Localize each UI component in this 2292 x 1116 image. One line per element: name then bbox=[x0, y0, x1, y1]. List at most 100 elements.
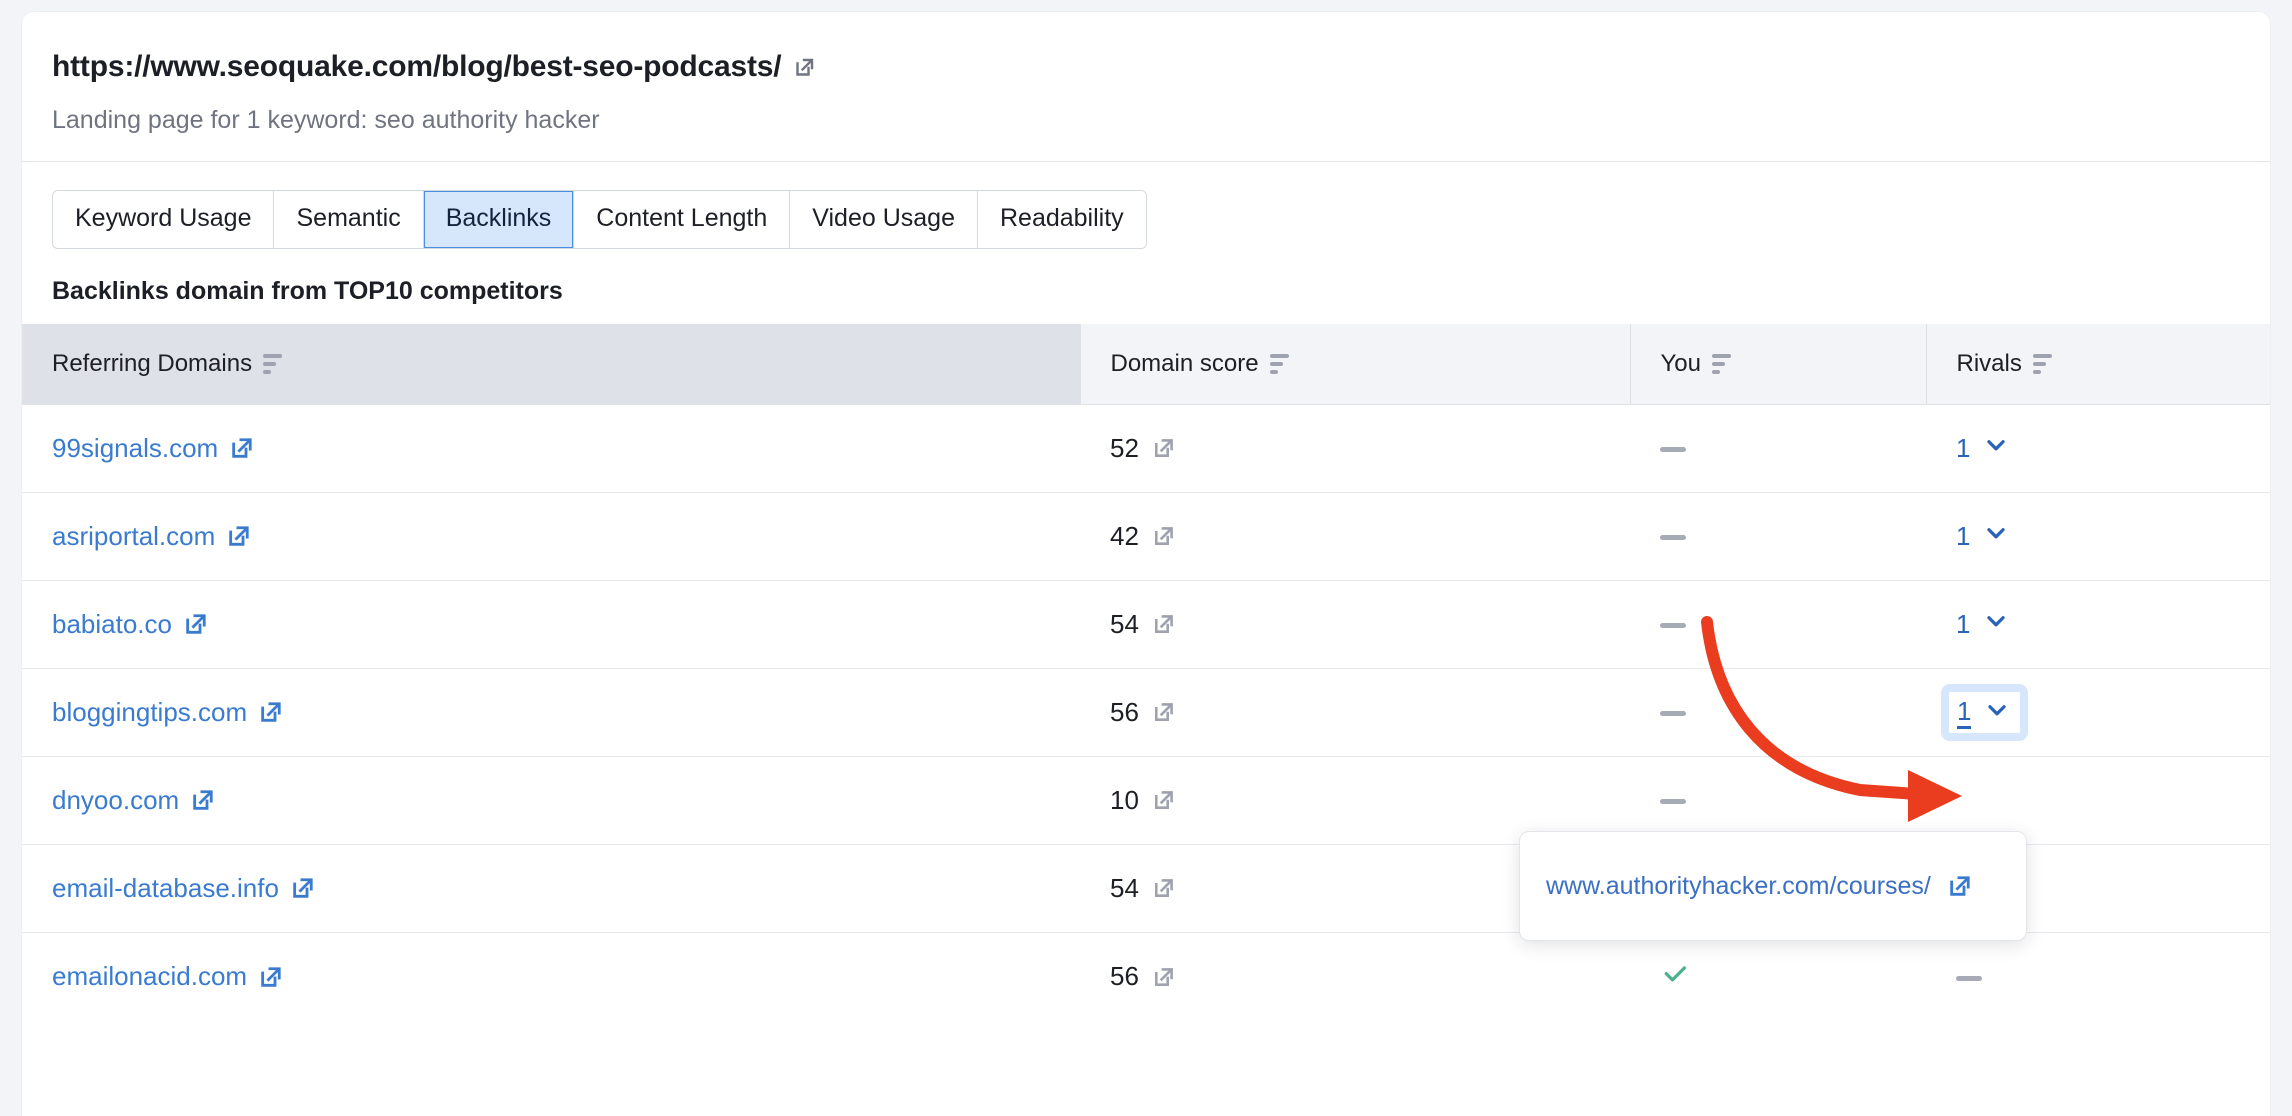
referring-domain-label: email-database.info bbox=[52, 872, 279, 903]
sort-icon[interactable] bbox=[1712, 353, 1731, 374]
tab-backlinks[interactable]: Backlinks bbox=[423, 191, 575, 248]
column-header-label: Domain score bbox=[1110, 349, 1259, 377]
domain-score-value: 56 bbox=[1110, 696, 1139, 727]
domain-score-value-wrap[interactable]: 42 bbox=[1110, 521, 1176, 552]
table-row: bloggingtips.com 56 1 bbox=[22, 668, 2270, 757]
rivals-count-dropdown[interactable]: 1 bbox=[1956, 432, 2009, 465]
domain-score-value-wrap[interactable]: 56 bbox=[1110, 697, 1176, 728]
rivals-popup-link-text: www.authorityhacker.com/courses/ bbox=[1546, 871, 1931, 900]
external-link-icon[interactable] bbox=[1152, 612, 1176, 636]
cell-rivals: 1 bbox=[1926, 668, 2270, 757]
domain-score-value-wrap[interactable]: 56 bbox=[1110, 961, 1176, 992]
domain-score-value: 56 bbox=[1110, 961, 1139, 991]
external-link-icon[interactable] bbox=[1947, 873, 1973, 899]
cell-domain-score: 56 bbox=[1080, 668, 1630, 757]
cell-referring-domain: bloggingtips.com bbox=[22, 668, 1080, 757]
external-link-icon[interactable] bbox=[1152, 524, 1176, 548]
external-link-icon[interactable] bbox=[290, 875, 316, 901]
tab-video-usage[interactable]: Video Usage bbox=[790, 191, 978, 248]
cell-rivals bbox=[1926, 932, 2270, 1020]
external-link-icon[interactable] bbox=[1152, 965, 1176, 989]
rivals-count-dropdown[interactable]: 1 bbox=[1956, 608, 2009, 641]
external-link-icon[interactable] bbox=[1152, 876, 1176, 900]
external-link-icon[interactable] bbox=[793, 55, 817, 79]
column-header-label: Rivals bbox=[1956, 349, 2022, 377]
external-link-icon[interactable] bbox=[258, 699, 284, 725]
domain-score-value: 54 bbox=[1110, 608, 1139, 639]
domain-score-value-wrap[interactable]: 54 bbox=[1110, 609, 1176, 640]
referring-domain-link[interactable]: babiato.co bbox=[52, 609, 209, 640]
domain-score-value-wrap[interactable]: 52 bbox=[1110, 433, 1176, 464]
referring-domain-link[interactable]: asriportal.com bbox=[52, 521, 252, 552]
tab-content-length[interactable]: Content Length bbox=[574, 191, 791, 248]
tab-keyword-usage[interactable]: Keyword Usage bbox=[53, 191, 275, 248]
external-link-icon[interactable] bbox=[226, 523, 252, 549]
domain-score-value-wrap[interactable]: 10 bbox=[1110, 785, 1176, 816]
chevron-down-icon[interactable] bbox=[1983, 608, 2009, 641]
referring-domain-label: babiato.co bbox=[52, 608, 172, 639]
tabs-container: Keyword Usage Semantic Backlinks Content… bbox=[22, 162, 2270, 249]
external-link-icon[interactable] bbox=[1152, 700, 1176, 724]
tab-readability[interactable]: Readability bbox=[977, 191, 1146, 248]
empty-dash bbox=[1956, 975, 1982, 981]
column-header-label: You bbox=[1660, 349, 1702, 377]
cell-you bbox=[1630, 404, 1926, 493]
cell-rivals: 1 bbox=[1926, 580, 2270, 669]
sort-icon[interactable] bbox=[263, 353, 283, 374]
column-header-you[interactable]: You bbox=[1629, 323, 1926, 405]
referring-domain-link[interactable]: bloggingtips.com bbox=[52, 697, 284, 728]
cell-domain-score: 52 bbox=[1080, 404, 1630, 493]
rivals-count-value: 1 bbox=[1956, 608, 1971, 639]
check-icon bbox=[1660, 958, 1690, 995]
external-link-icon[interactable] bbox=[258, 964, 284, 990]
cell-domain-score: 56 bbox=[1080, 932, 1630, 1020]
chevron-down-icon[interactable] bbox=[1983, 432, 2009, 465]
referring-domain-link[interactable]: email-database.info bbox=[52, 873, 316, 904]
column-header-rivals[interactable]: Rivals bbox=[1925, 323, 2270, 405]
tab-semantic[interactable]: Semantic bbox=[274, 191, 424, 248]
cell-referring-domain: email-database.info bbox=[22, 844, 1080, 933]
table-header-row: Referring Domains Domain score You Rival… bbox=[22, 323, 2270, 405]
domain-score-value: 42 bbox=[1110, 520, 1139, 551]
referring-domain-link[interactable]: 99signals.com bbox=[52, 433, 255, 464]
rivals-count-dropdown[interactable]: 1 bbox=[1956, 520, 2009, 553]
cell-you bbox=[1630, 932, 1926, 1020]
empty-dash bbox=[1660, 535, 1686, 541]
sort-icon[interactable] bbox=[2032, 353, 2052, 374]
empty-dash bbox=[1660, 799, 1686, 805]
empty-dash bbox=[1660, 623, 1686, 629]
table-row: 99signals.com 52 1 bbox=[22, 404, 2270, 493]
empty-dash bbox=[1660, 711, 1686, 717]
screenshot-root: https://www.seoquake.com/blog/best-seo-p… bbox=[0, 0, 2292, 1116]
referring-domain-link[interactable]: dnyoo.com bbox=[52, 785, 216, 816]
chevron-down-icon[interactable] bbox=[1984, 697, 2010, 730]
referring-domain-label: bloggingtips.com bbox=[52, 696, 248, 727]
referring-domain-label: emailonacid.com bbox=[52, 961, 248, 991]
referring-domain-link[interactable]: emailonacid.com bbox=[52, 961, 284, 992]
cell-referring-domain: 99signals.com bbox=[22, 404, 1080, 493]
table-row: babiato.co 54 1 bbox=[22, 580, 2270, 669]
external-link-icon[interactable] bbox=[190, 787, 216, 813]
cell-referring-domain: dnyoo.com bbox=[22, 756, 1080, 845]
sort-icon[interactable] bbox=[1269, 353, 1289, 374]
table-header: Referring Domains Domain score You Rival… bbox=[22, 323, 2270, 405]
rivals-popup: www.authorityhacker.com/courses/ bbox=[1519, 831, 2027, 941]
chevron-down-icon[interactable] bbox=[1983, 520, 2009, 553]
external-link-icon[interactable] bbox=[229, 435, 255, 461]
column-header-referring-domains[interactable]: Referring Domains bbox=[22, 323, 1080, 405]
domain-score-value: 10 bbox=[1110, 784, 1139, 815]
cell-referring-domain: emailonacid.com bbox=[22, 932, 1080, 1020]
domain-score-value-wrap[interactable]: 54 bbox=[1110, 873, 1176, 904]
tab-group: Keyword Usage Semantic Backlinks Content… bbox=[52, 190, 1147, 249]
page-url: https://www.seoquake.com/blog/best-seo-p… bbox=[52, 50, 2240, 83]
rivals-count-dropdown[interactable]: 1 bbox=[1940, 683, 2029, 741]
landing-page-card: https://www.seoquake.com/blog/best-seo-p… bbox=[22, 12, 2270, 1116]
external-link-icon[interactable] bbox=[1152, 436, 1176, 460]
empty-dash bbox=[1660, 447, 1686, 453]
external-link-icon[interactable] bbox=[1152, 788, 1176, 812]
column-header-label: Referring Domains bbox=[52, 349, 253, 377]
rivals-count-value: 1 bbox=[1956, 520, 1971, 551]
column-header-domain-score[interactable]: Domain score bbox=[1079, 323, 1630, 405]
external-link-icon[interactable] bbox=[183, 611, 209, 637]
rivals-popup-link[interactable]: www.authorityhacker.com/courses/ bbox=[1546, 872, 1973, 901]
